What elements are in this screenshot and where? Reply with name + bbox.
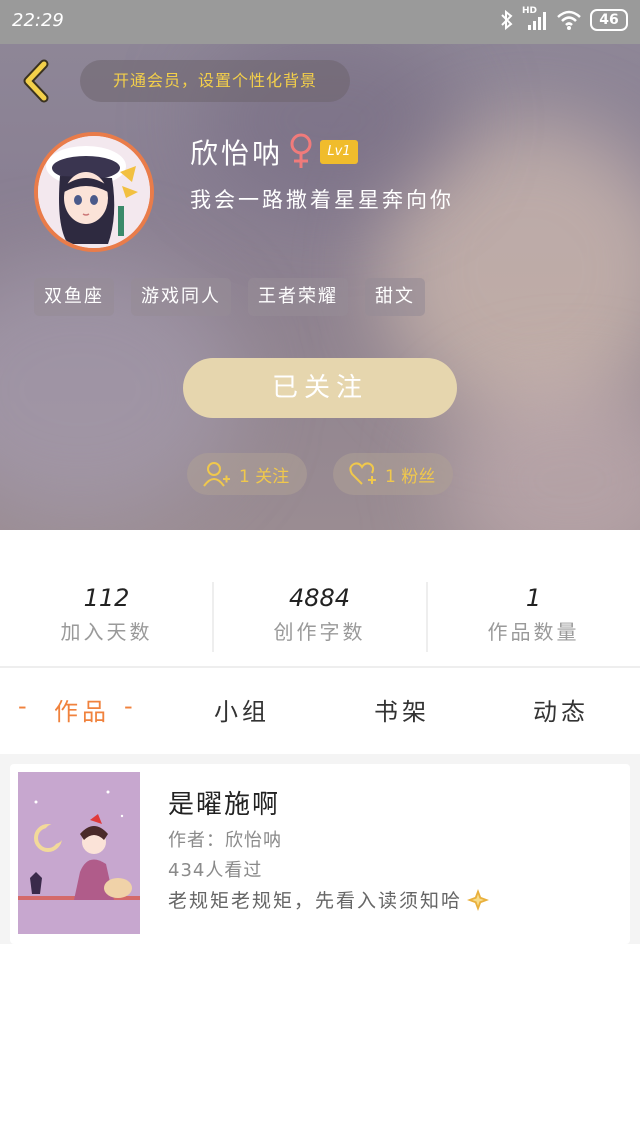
stat-value: 4884 xyxy=(288,584,351,612)
stat-label: 加入天数 xyxy=(60,620,153,644)
battery-indicator: 46 xyxy=(590,9,628,31)
avatar[interactable] xyxy=(34,132,154,252)
book-author: 作者：欣怡呐 xyxy=(168,830,282,851)
tag-item[interactable]: 游戏同人 xyxy=(131,278,231,316)
level-badge: Lv1 xyxy=(320,140,358,164)
stat-word-count: 4884 创作字数 xyxy=(213,582,426,645)
stat-label: 创作字数 xyxy=(273,620,366,644)
stat-join-days: 112 加入天数 xyxy=(0,582,213,645)
profile-page: 22:29 HD 46 开通会员，设置个性化背景 欣怡呐 Lv1 我会一路撒着星… xyxy=(0,0,640,1138)
bluetooth-icon xyxy=(501,9,513,31)
tab-activity[interactable]: 动态 xyxy=(533,692,589,727)
tag-item[interactable]: 王者荣耀 xyxy=(248,278,348,316)
tag-item[interactable]: 甜文 xyxy=(365,278,425,316)
stat-value: 1 xyxy=(525,584,542,612)
work-card[interactable]: 是曜施啊 作者：欣怡呐 434人看过 老规矩老规矩，先看入读须知哈 xyxy=(10,764,630,944)
vip-banner-button[interactable]: 开通会员，设置个性化背景 xyxy=(80,60,350,102)
sparkle-icon xyxy=(467,888,490,911)
wifi-icon xyxy=(557,10,581,30)
stats-row: 112 加入天数 4884 创作字数 1 作品数量 xyxy=(0,530,640,668)
tab-works[interactable]: 作品 xyxy=(54,692,110,727)
tab-groups[interactable]: 小组 xyxy=(214,692,270,727)
fans-count: 1 粉丝 xyxy=(385,466,436,487)
heart-add-icon xyxy=(349,462,376,485)
tab-dash-left: - xyxy=(18,692,31,720)
signal-icon: HD xyxy=(522,6,548,31)
tab-bookshelf[interactable]: 书架 xyxy=(374,692,430,727)
book-title: 是曜施啊 xyxy=(168,790,281,820)
stat-label: 作品数量 xyxy=(487,620,580,644)
tab-dash-right: - xyxy=(124,692,137,720)
user-signature: 我会一路撒着星星奔向你 xyxy=(190,188,454,212)
profile-header: 22:29 HD 46 开通会员，设置个性化背景 欣怡呐 Lv1 我会一路撒着星… xyxy=(0,0,640,530)
book-views: 434人看过 xyxy=(168,860,263,881)
fans-button[interactable]: 1 粉丝 xyxy=(333,453,453,495)
avatar-image xyxy=(38,136,150,248)
followed-button[interactable]: 已关注 xyxy=(183,358,457,418)
user-add-icon xyxy=(203,462,230,487)
status-bar: 22:29 HD 46 xyxy=(0,0,640,44)
following-button[interactable]: 1 关注 xyxy=(187,453,307,495)
stat-works-count: 1 作品数量 xyxy=(427,582,640,645)
username: 欣怡呐 xyxy=(190,137,284,170)
stat-value: 112 xyxy=(83,584,130,612)
tag-item[interactable]: 双鱼座 xyxy=(34,278,114,316)
female-icon xyxy=(290,133,312,168)
following-count: 1 关注 xyxy=(239,466,290,487)
book-cover-image xyxy=(18,772,140,934)
tab-bar: - 作品 - 小组 书架 动态 xyxy=(0,668,640,754)
book-description-wrap: 老规矩老规矩，先看入读须知哈 xyxy=(168,886,490,913)
back-arrow-icon[interactable] xyxy=(18,58,58,104)
status-time: 22:29 xyxy=(12,10,64,31)
book-cover xyxy=(18,772,140,934)
tag-list: 双鱼座 游戏同人 王者荣耀 甜文 xyxy=(34,278,425,316)
works-list: 是曜施啊 作者：欣怡呐 434人看过 老规矩老规矩，先看入读须知哈 xyxy=(0,754,640,1138)
book-description: 老规矩老规矩，先看入读须知哈 xyxy=(168,890,463,912)
